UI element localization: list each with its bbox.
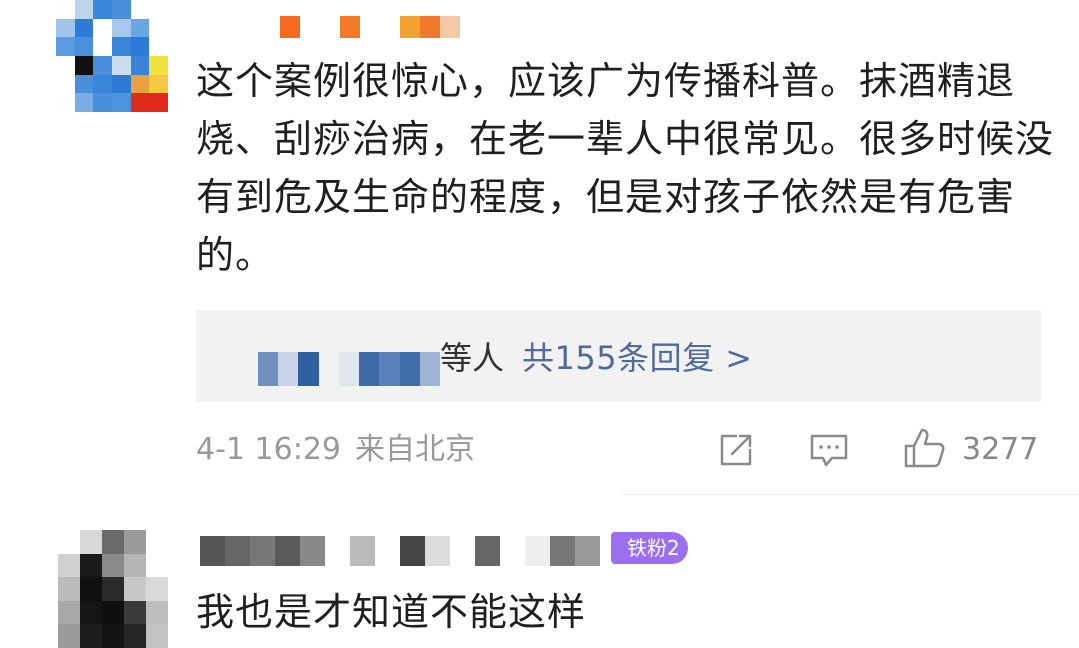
comment-icon[interactable] — [808, 430, 850, 470]
reply-names-suffix: 等人 — [440, 339, 505, 377]
comment-meta: 4-1 16:29 来自北京 — [196, 432, 475, 468]
avatar-comment-1[interactable] — [56, 0, 168, 112]
avatar-comment-2[interactable] — [58, 530, 168, 648]
view-replies-link[interactable]: 共155条回复 > — [522, 338, 753, 378]
username-comment-1[interactable] — [240, 16, 480, 38]
divider — [622, 494, 1079, 495]
comment-location: 来自北京 — [355, 432, 475, 467]
comment-text: 我也是才知道不能这样 — [196, 590, 587, 634]
comment-date: 4-1 16:29 — [196, 432, 341, 467]
thumbs-up-icon[interactable] — [902, 426, 946, 470]
fan-badge: 铁粉2 — [611, 532, 688, 564]
comment-text: 这个案例很惊心，应该广为传播科普。抹酒精退烧、刮痧治病，在老一辈人中很常见。很多… — [196, 59, 1055, 277]
share-icon[interactable] — [716, 430, 756, 470]
replies-preview[interactable]: 等人 共155条回复 > — [196, 310, 1041, 402]
username-comment-2[interactable] — [200, 536, 600, 566]
reply-usernames — [258, 352, 440, 386]
like-count: 3277 — [962, 432, 1039, 467]
